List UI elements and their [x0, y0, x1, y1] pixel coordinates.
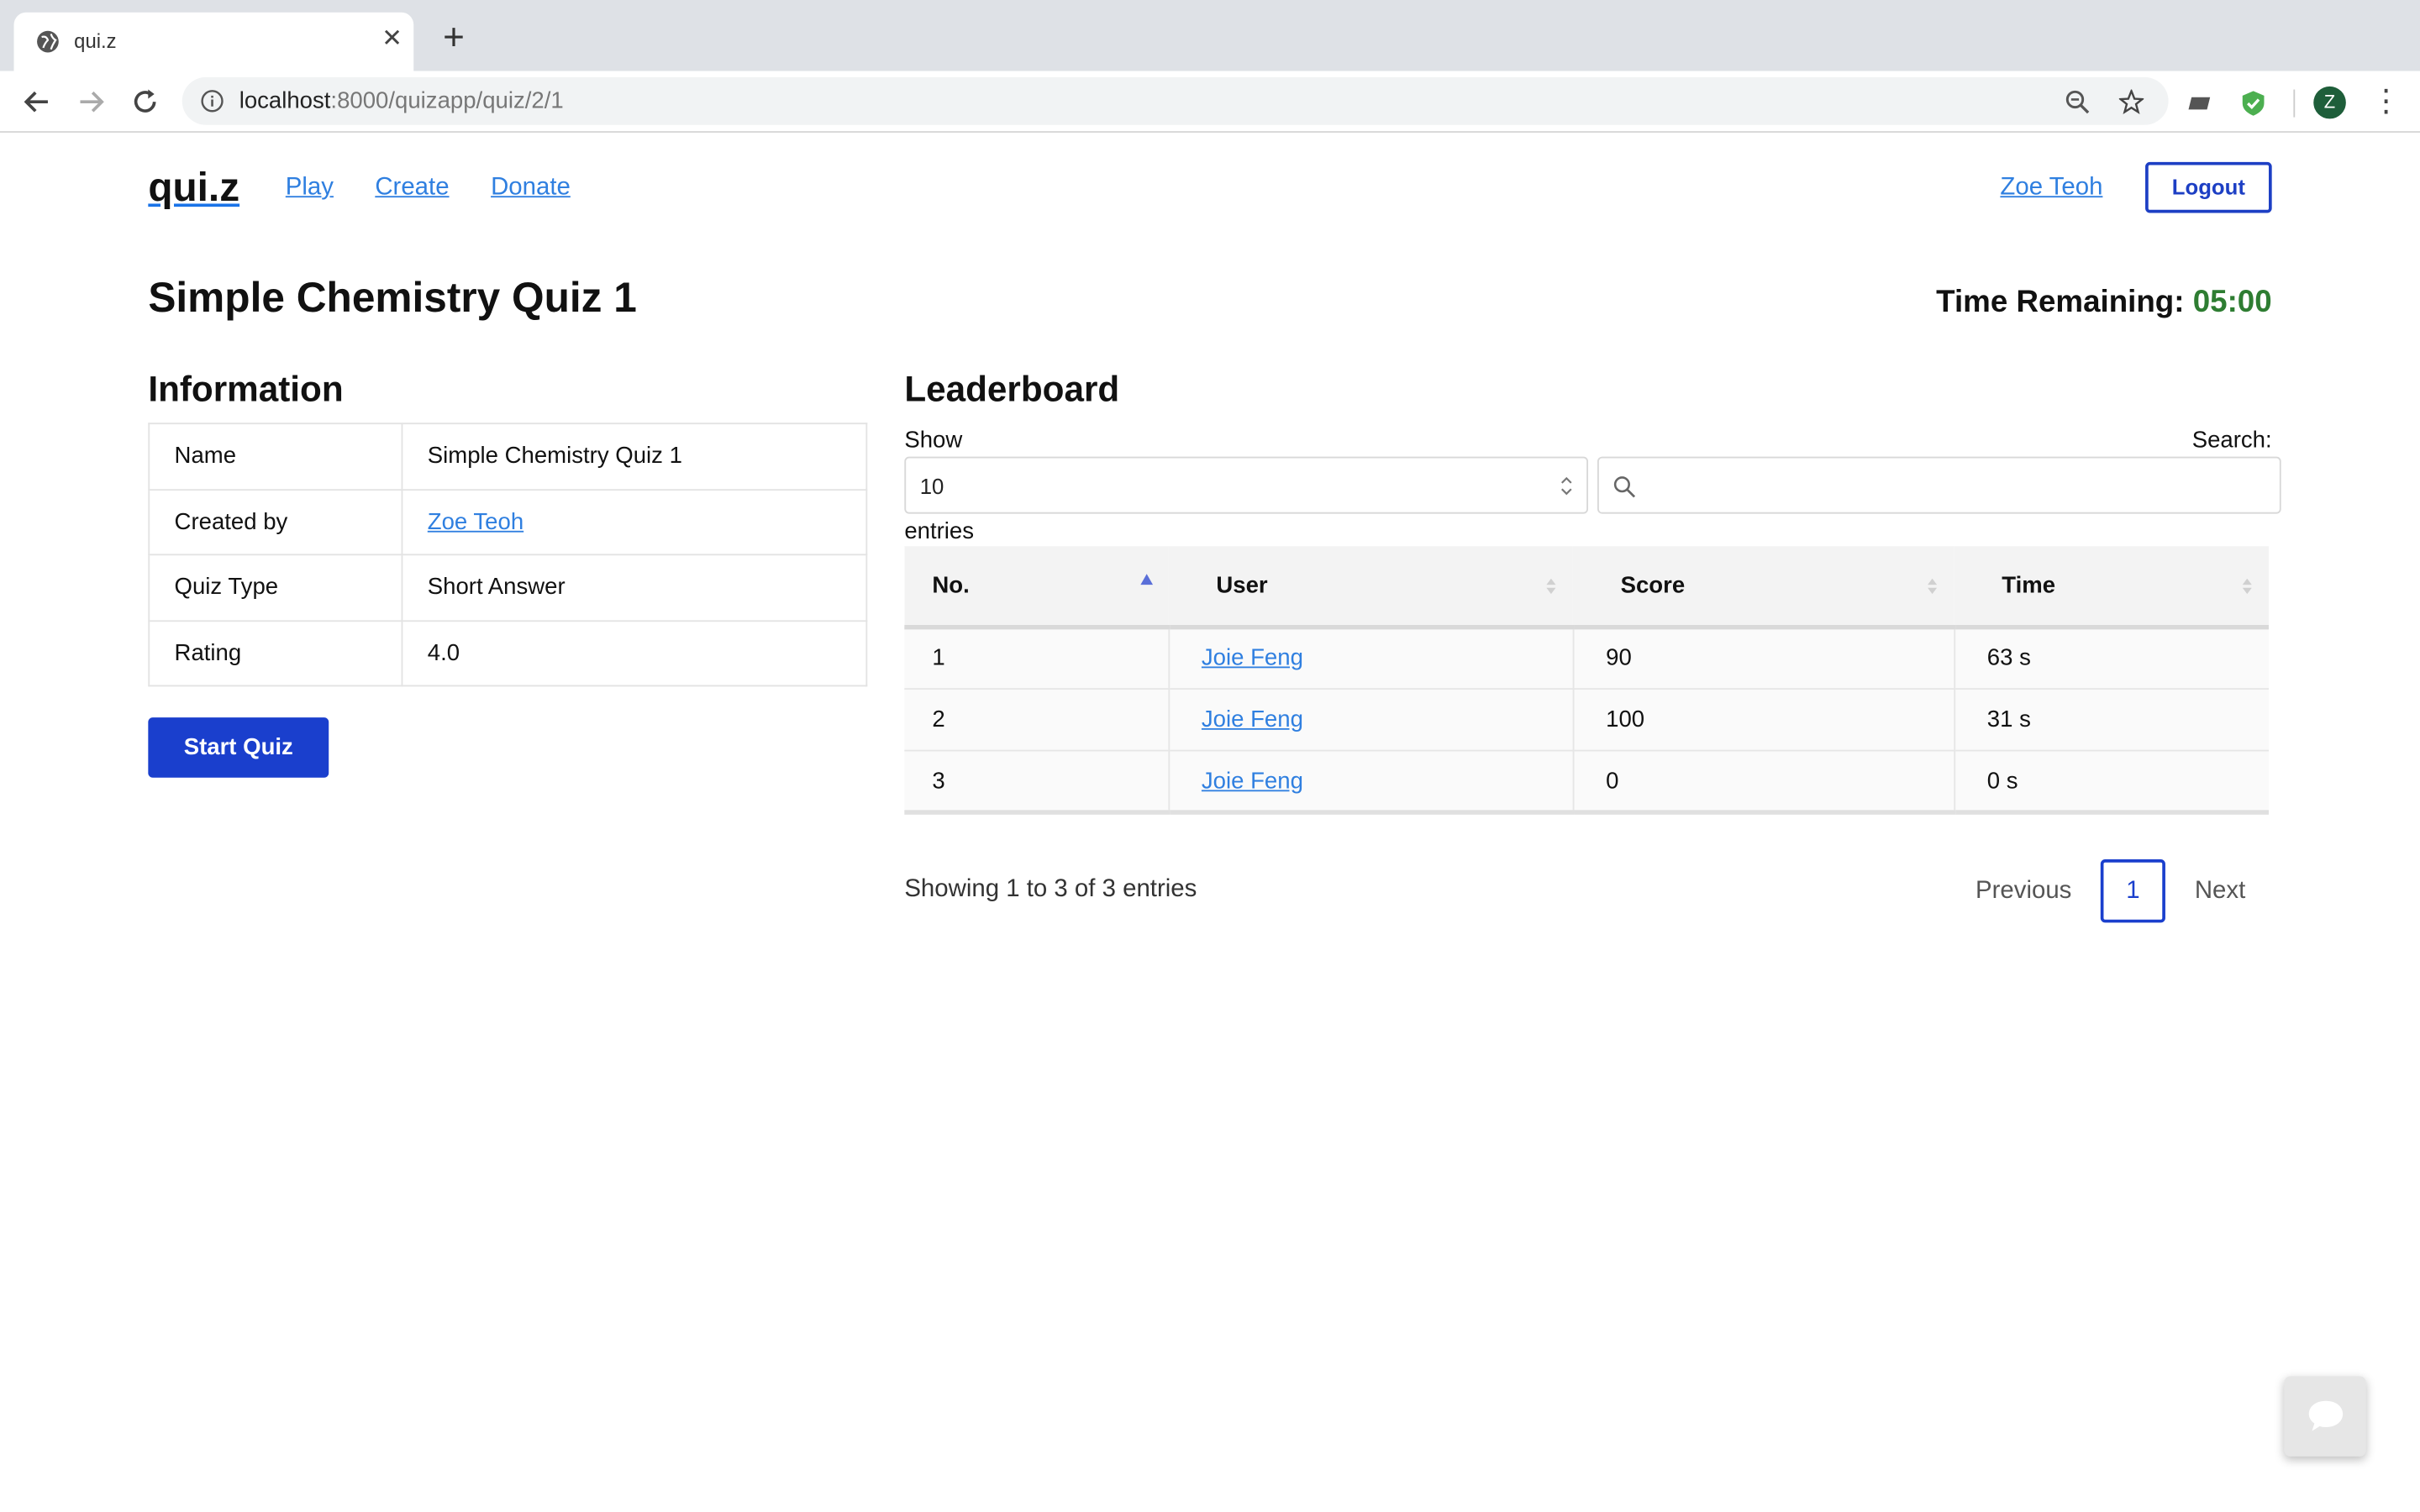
leaderboard-heading: Leaderboard	[904, 368, 1120, 409]
info-value-cell: Zoe Teoh	[401, 488, 868, 556]
column-label: No.	[932, 571, 970, 599]
leaderboard-header-row: No. User Score Time	[904, 546, 2270, 629]
sort-icon	[2242, 578, 2252, 595]
star-icon[interactable]	[2118, 89, 2144, 114]
column-label: Time	[2002, 571, 2056, 599]
cell-no: 2	[904, 687, 1170, 752]
forward-arrow-icon[interactable]	[74, 85, 108, 118]
creator-link[interactable]: Zoe Teoh	[428, 509, 523, 535]
more-menu-icon[interactable]: ⋮	[2370, 85, 2402, 118]
entries-label: entries	[904, 518, 975, 545]
column-header-time[interactable]: Time	[1954, 546, 2270, 629]
cell-score: 0	[1571, 749, 1955, 816]
info-key: Rating	[148, 619, 403, 687]
user-link[interactable]: Joie Feng	[1202, 706, 1303, 732]
search-label: Search:	[2191, 427, 2272, 454]
cell-time: 63 s	[1953, 625, 2270, 690]
info-value: Simple Chemistry Quiz 1	[401, 423, 868, 491]
cell-user: Joie Feng	[1167, 687, 1574, 752]
shield-icon[interactable]	[2239, 90, 2267, 118]
extension-icon[interactable]	[2187, 90, 2215, 118]
sort-icon	[1546, 578, 1556, 595]
info-key: Created by	[148, 488, 403, 556]
page-title: Simple Chemistry Quiz 1	[148, 274, 637, 322]
time-remaining-value: 05:00	[2192, 285, 2272, 320]
pagination-page-1[interactable]: 1	[2100, 859, 2165, 923]
profile-avatar[interactable]: Z	[2313, 86, 2346, 119]
nav-link-donate[interactable]: Donate	[491, 175, 571, 202]
info-row-created-by: Created by Zoe Teoh	[148, 488, 868, 556]
info-key: Quiz Type	[148, 554, 403, 622]
chat-bubble-icon	[2308, 1400, 2344, 1431]
table-row: 1 Joie Feng 90 63 s	[904, 625, 2270, 690]
cell-no: 3	[904, 749, 1170, 816]
new-tab-icon[interactable]: +	[437, 19, 471, 56]
url-path: :8000/quizapp/quiz/2/1	[330, 87, 564, 114]
entries-summary: Showing 1 to 3 of 3 entries	[904, 876, 1197, 903]
column-label: Score	[1620, 571, 1686, 599]
url-host: localhost	[239, 87, 331, 114]
search-icon	[1613, 476, 1636, 498]
brand-logo[interactable]: qui.z	[148, 164, 239, 212]
time-remaining-label: Time Remaining:	[1936, 285, 2185, 320]
information-table: Name Simple Chemistry Quiz 1 Created by …	[148, 423, 868, 687]
page-size-select[interactable]: 10	[904, 456, 1589, 514]
close-icon[interactable]: ✕	[378, 26, 406, 54]
nav-link-play[interactable]: Play	[286, 175, 334, 202]
page-content: qui.z Play Create Donate Zoe Teoh Logout…	[0, 133, 2420, 1512]
info-row-rating: Rating 4.0	[148, 619, 868, 687]
tab-title: qui.z	[74, 29, 117, 53]
nav-link-create[interactable]: Create	[375, 175, 449, 202]
browser-tab[interactable]: qui.z ✕	[13, 12, 414, 71]
table-row: 3 Joie Feng 0 0 s	[904, 749, 2270, 816]
show-label: Show	[904, 427, 963, 454]
cell-time: 0 s	[1953, 749, 2270, 816]
toolbar-divider	[2293, 89, 2296, 118]
reload-icon[interactable]	[128, 85, 161, 118]
user-link[interactable]: Joie Feng	[1202, 645, 1303, 671]
page-size-value: 10	[919, 473, 944, 499]
cell-score: 100	[1571, 687, 1955, 752]
column-header-user[interactable]: User	[1168, 546, 1573, 629]
browser-toolbar: localhost:8000/quizapp/quiz/2/1 Z ⋮	[0, 71, 2420, 133]
cell-user: Joie Feng	[1167, 749, 1574, 816]
info-value: Short Answer	[401, 554, 868, 622]
browser-tab-bar: qui.z ✕ +	[0, 0, 2420, 71]
time-remaining: Time Remaining: 05:00	[1821, 286, 2271, 321]
column-label: User	[1216, 571, 1268, 599]
back-arrow-icon[interactable]	[20, 85, 54, 118]
start-quiz-button[interactable]: Start Quiz	[148, 717, 329, 778]
rating-value: 4.0	[401, 619, 868, 687]
information-heading: Information	[148, 368, 344, 409]
sort-ascending-icon	[1140, 574, 1154, 585]
column-header-score[interactable]: Score	[1572, 546, 1954, 629]
user-profile-link[interactable]: Zoe Teoh	[2000, 175, 2102, 202]
cell-time: 31 s	[1953, 687, 2270, 752]
globe-icon	[37, 30, 59, 53]
pagination-previous[interactable]: Previous	[1975, 878, 2071, 906]
zoom-icon[interactable]	[2065, 90, 2090, 114]
info-icon[interactable]	[201, 90, 224, 113]
url-text: localhost:8000/quizapp/quiz/2/1	[239, 88, 564, 114]
logout-button[interactable]: Logout	[2145, 161, 2272, 213]
leaderboard-table: No. User Score Time 1 Joie Feng 90 63 s …	[904, 546, 2270, 816]
column-header-no[interactable]: No.	[904, 546, 1169, 629]
select-caret-icon	[1560, 476, 1572, 496]
cell-user: Joie Feng	[1167, 625, 1574, 690]
cell-no: 1	[904, 625, 1170, 690]
table-row: 2 Joie Feng 100 31 s	[904, 687, 2270, 752]
info-key: Name	[148, 423, 403, 491]
user-link[interactable]: Joie Feng	[1202, 768, 1303, 794]
search-input[interactable]	[1597, 456, 2281, 514]
pagination-next[interactable]: Next	[2195, 878, 2245, 906]
cell-score: 90	[1571, 625, 1955, 690]
info-row-name: Name Simple Chemistry Quiz 1	[148, 423, 868, 491]
chat-widget-button[interactable]	[2284, 1376, 2366, 1457]
sort-icon	[1928, 578, 1938, 595]
address-bar[interactable]: localhost:8000/quizapp/quiz/2/1	[182, 76, 2169, 125]
info-row-quiz-type: Quiz Type Short Answer	[148, 554, 868, 622]
